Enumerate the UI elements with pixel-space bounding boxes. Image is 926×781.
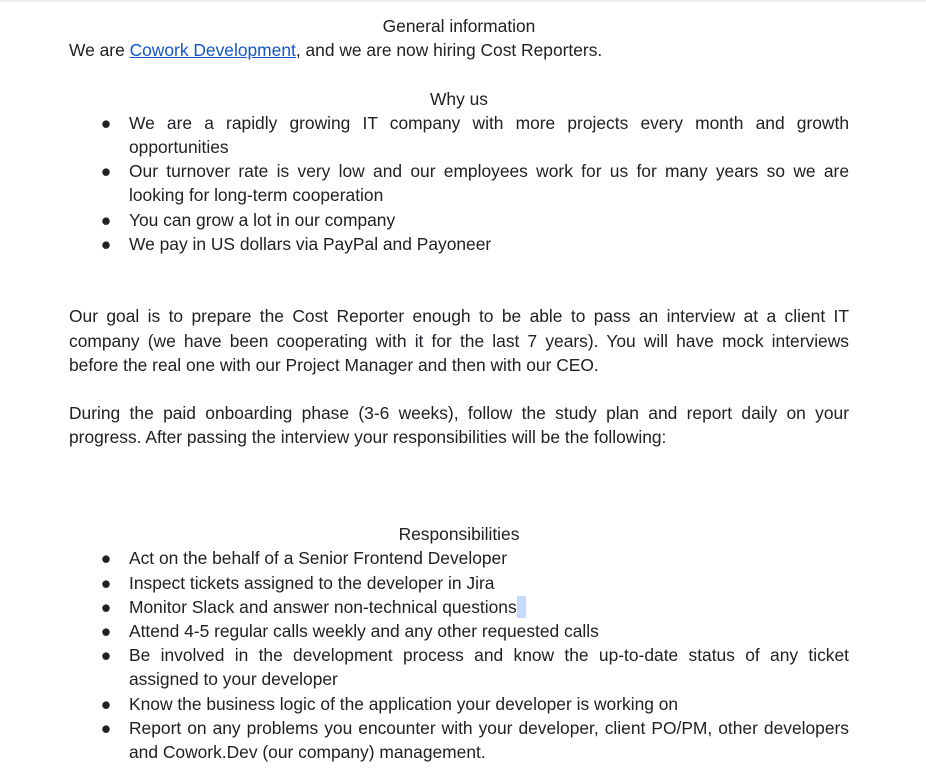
- list-item-text: Know the business logic of the applicati…: [129, 693, 679, 714]
- list-item-text: Report on any problems you encounter wit…: [129, 717, 849, 763]
- list-item-text: Our turnover rate is very low and our em…: [129, 161, 849, 206]
- list-item: ● Inspect tickets assigned to the develop…: [69, 571, 849, 595]
- why-us-heading: Why us: [430, 88, 488, 109]
- list-item: ● Report on any problems you encounter wi…: [69, 716, 849, 764]
- bullet-icon: ●: [100, 717, 112, 738]
- bullet-icon: ●: [100, 596, 112, 617]
- list-item: ● Be involved in the development process …: [69, 643, 849, 691]
- general-information-heading: General information: [382, 16, 536, 36]
- list-item: ● We pay in US dollars via PayPal and Pay…: [69, 232, 849, 256]
- list-item-text: Be involved in the development process a…: [129, 645, 849, 690]
- intro-suffix: , and we are now hiring Cost Reporters.: [295, 40, 603, 61]
- bullet-icon: ●: [100, 621, 112, 642]
- responsibilities-list: ● Act on the behalf of a Senior Frontend …: [69, 546, 849, 764]
- list-item: ● You can grow a lot in our company: [69, 208, 849, 232]
- intro-paragraph: We are Cowork Development, and we are no…: [69, 38, 849, 62]
- goal-paragraph: Our goal is to prepare the Cost Reporter…: [69, 306, 849, 375]
- bullet-icon: ●: [100, 209, 112, 230]
- bullet-icon: ●: [100, 693, 112, 714]
- document-page[interactable]: General information We are Cowork Develo…: [69, 14, 849, 764]
- bullet-icon: ●: [100, 233, 112, 254]
- list-item-text: You can grow a lot in our company: [129, 209, 396, 230]
- bullet-icon: ●: [100, 572, 112, 593]
- responsibilities-heading: Responsibilities: [398, 524, 520, 545]
- why-us-list: ● We are a rapidly growing IT company wit…: [69, 111, 849, 256]
- bullet-icon: ●: [100, 161, 112, 182]
- bullet-icon: ●: [100, 112, 112, 133]
- list-item: ● Our turnover rate is very low and our e…: [69, 159, 849, 207]
- list-item-text: We are a rapidly growing IT company with…: [129, 112, 849, 157]
- intro-prefix: We are: [69, 40, 130, 61]
- onboarding-paragraph: During the paid onboarding phase (3-6 we…: [69, 403, 849, 448]
- list-item-text: Attend 4-5 regular calls weekly and any …: [129, 621, 599, 642]
- list-item: ● Attend 4-5 regular calls weekly and any…: [69, 619, 849, 643]
- list-item-text: Inspect tickets assigned to the develope…: [129, 572, 495, 593]
- list-item: ● Know the business logic of the applicat…: [69, 692, 849, 716]
- list-item-text: Act on the behalf of a Senior Frontend D…: [129, 548, 508, 569]
- bullet-icon: ●: [100, 645, 112, 666]
- list-item-text: We pay in US dollars via PayPal and Payo…: [129, 233, 492, 254]
- window-top-edge: [0, 0, 926, 3]
- list-item-text: Monitor Slack and answer non-technical q…: [129, 596, 517, 617]
- text-cursor-selection: [516, 595, 526, 618]
- list-item: ● We are a rapidly growing IT company wit…: [69, 111, 849, 159]
- list-item: ● Act on the behalf of a Senior Frontend …: [69, 546, 849, 570]
- cowork-development-link[interactable]: Cowork Development: [130, 40, 296, 60]
- bullet-icon: ●: [100, 548, 112, 569]
- list-item: ● Monitor Slack and answer non-technical …: [69, 595, 849, 619]
